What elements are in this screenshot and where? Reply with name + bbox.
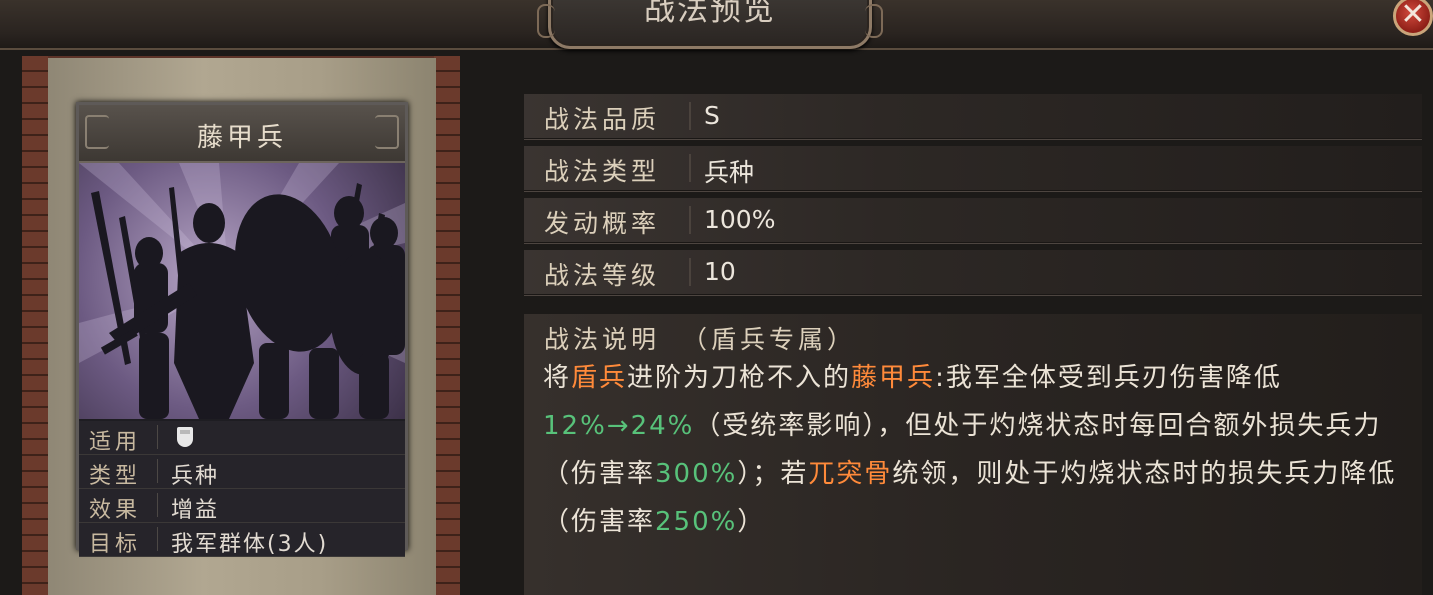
info-label: 类型 — [89, 464, 142, 489]
divider — [689, 206, 691, 234]
divider — [157, 527, 158, 551]
description-segment: ） — [737, 507, 766, 537]
title-plaque: 战法预览 — [537, 0, 883, 49]
highlight-text: 250% — [655, 507, 738, 537]
attribute-row-type: 战法类型 兵种 — [524, 146, 1422, 192]
card-info-table: 适用 类型 兵种 效果 增益 目标 我军群体(3人) — [79, 421, 405, 557]
attribute-value: 10 — [704, 257, 736, 286]
attribute-label: 战法品质 — [544, 105, 661, 134]
card-info-row-target: 目标 我军群体(3人) — [79, 523, 405, 557]
highlight-text: 藤甲兵 — [851, 363, 936, 393]
description-text: 将盾兵进阶为刀枪不入的藤甲兵:我军全体受到兵刃伤害降低12%→24%（受统率影响… — [543, 354, 1413, 546]
window-header: 战法预览 — [0, 0, 1433, 50]
close-icon: ✕ — [1400, 0, 1426, 32]
info-value: 兵种 — [171, 464, 220, 489]
attribute-row-probability: 发动概率 100% — [524, 198, 1422, 244]
description-segment: 将 — [543, 363, 572, 393]
card-header: 藤甲兵 — [79, 105, 405, 163]
info-value: 我军群体(3人) — [171, 532, 329, 557]
description-panel: 战法说明 （盾兵专属） 将盾兵进阶为刀枪不入的藤甲兵:我军全体受到兵刃伤害降低 12… — [524, 314, 1422, 595]
card-info-row-type: 类型 兵种 — [79, 455, 405, 489]
divider — [689, 102, 691, 130]
shield-icon — [177, 427, 193, 447]
divider — [157, 493, 158, 517]
description-note: （盾兵专属） — [682, 325, 857, 354]
attribute-label: 战法类型 — [544, 157, 661, 186]
attribute-value: 兵种 — [704, 158, 755, 187]
attribute-row-quality: 战法品质 S — [524, 94, 1422, 140]
description-label: 战法说明 — [544, 325, 661, 354]
attribute-label: 战法等级 — [544, 261, 661, 290]
card-artwork — [79, 163, 405, 419]
info-label: 效果 — [89, 498, 142, 523]
highlight-text: 兀突骨 — [808, 459, 893, 489]
soldiers-silhouette-image — [79, 163, 405, 419]
divider — [689, 258, 691, 286]
info-label: 适用 — [89, 430, 142, 455]
description-segment: :我军全体受到兵刃伤害降低 — [935, 363, 1282, 393]
divider — [689, 154, 691, 182]
description-segment: 进阶为刀枪不入的 — [627, 363, 852, 393]
description-heading: 战法说明 （盾兵专属） — [544, 320, 856, 356]
window-title: 战法预览 — [644, 0, 776, 28]
attribute-value: S — [704, 101, 720, 130]
divider — [157, 459, 158, 483]
info-value: 增益 — [171, 498, 220, 523]
highlight-text: 12%→24% — [543, 411, 695, 441]
attribute-label: 发动概率 — [544, 209, 661, 238]
divider — [157, 425, 158, 449]
description-segment: ）；若 — [737, 459, 809, 489]
attribute-row-level: 战法等级 10 — [524, 250, 1422, 296]
highlight-text: 盾兵 — [571, 363, 628, 393]
skill-card: 藤甲兵 适用 类型 兵种 效果 增益 目标 我军群体(3人) — [76, 102, 408, 557]
highlight-text: 300% — [655, 459, 738, 489]
attribute-value: 100% — [704, 205, 776, 234]
card-info-row-applicable: 适用 — [79, 421, 405, 455]
card-name: 藤甲兵 — [196, 123, 287, 153]
card-info-row-effect: 效果 增益 — [79, 489, 405, 523]
info-label: 目标 — [89, 532, 142, 557]
